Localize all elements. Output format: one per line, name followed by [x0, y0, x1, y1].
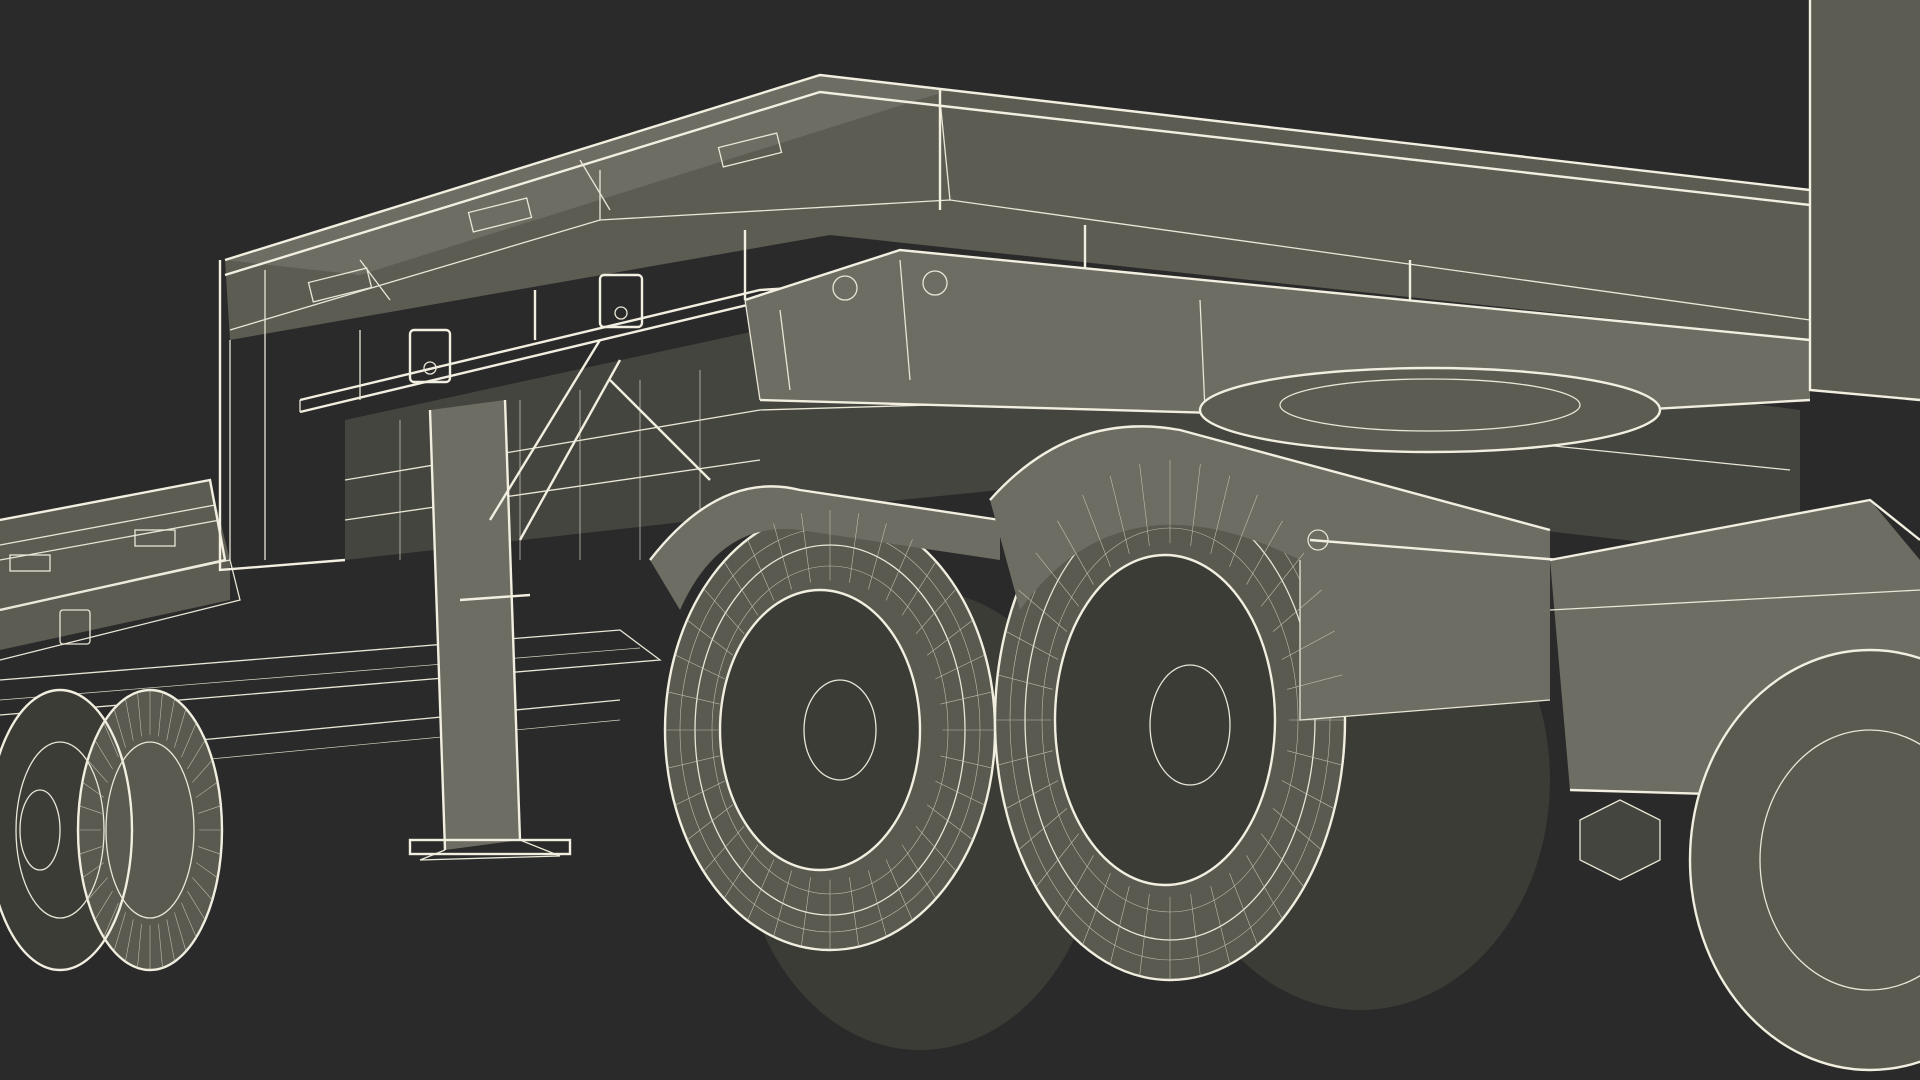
- rear-wheels: [0, 688, 224, 972]
- fifth-wheel: [1198, 366, 1662, 454]
- render-viewport: [0, 0, 1920, 1080]
- trailer-wireframe: [0, 0, 1920, 1072]
